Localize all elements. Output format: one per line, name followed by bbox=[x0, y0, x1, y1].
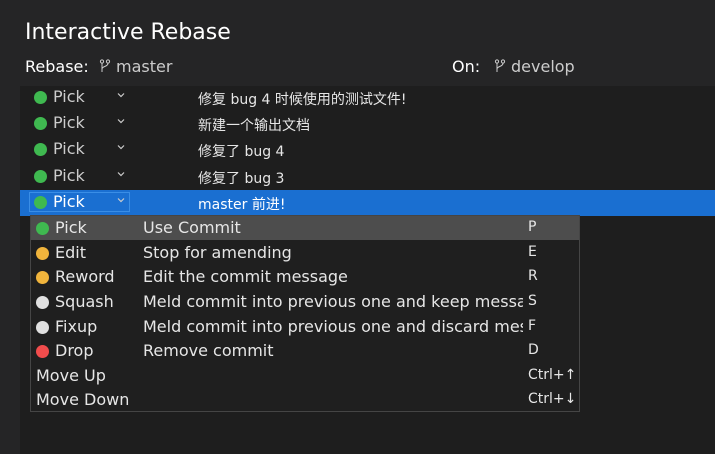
option-name: Move Up bbox=[36, 366, 106, 385]
commit-row[interactable]: Pick 修复了 bug 3 bbox=[20, 164, 715, 190]
git-branch-icon bbox=[99, 59, 111, 73]
dropdown-option-move-up[interactable]: Move Up Ctrl+↑ bbox=[31, 364, 579, 388]
action-dropdown-menu: Pick Use Commit P Edit Stop for amending E Rew… bbox=[30, 215, 580, 412]
option-description: Remove commit bbox=[143, 341, 274, 360]
option-shortcut: Ctrl+↑ bbox=[528, 367, 577, 383]
option-description: Use Commit bbox=[143, 218, 241, 237]
status-dot-icon bbox=[34, 196, 47, 209]
option-description: Edit the commit message bbox=[143, 267, 348, 286]
dropdown-option-move-down[interactable]: Move Down Ctrl+↓ bbox=[31, 388, 579, 412]
option-shortcut: Ctrl+↓ bbox=[528, 391, 577, 407]
commit-row[interactable]: Pick 新建一个输出文档 bbox=[20, 111, 715, 137]
rebase-label: Rebase: bbox=[25, 57, 89, 76]
option-name: Squash bbox=[55, 292, 114, 311]
commit-action-select[interactable]: Pick bbox=[53, 166, 85, 185]
status-dot-icon bbox=[34, 143, 47, 156]
option-shortcut: R bbox=[528, 268, 538, 284]
chevron-down-icon[interactable] bbox=[116, 115, 126, 129]
commit-message: 修复 bug 4 时候使用的测试文件! bbox=[198, 92, 407, 108]
option-shortcut: D bbox=[528, 342, 539, 358]
option-shortcut: S bbox=[528, 293, 537, 309]
dropdown-option-pick[interactable]: Pick Use Commit P bbox=[31, 216, 579, 240]
on-branch-name: develop bbox=[511, 57, 575, 76]
option-shortcut: P bbox=[528, 219, 537, 235]
chevron-down-icon[interactable] bbox=[116, 141, 126, 155]
dropdown-option-fixup[interactable]: Fixup Meld commit into previous one and d… bbox=[31, 315, 579, 339]
option-name: Fixup bbox=[55, 317, 98, 336]
status-dot-icon bbox=[36, 345, 49, 358]
option-name: Edit bbox=[55, 243, 86, 262]
status-dot-icon bbox=[34, 117, 47, 130]
dropdown-option-edit[interactable]: Edit Stop for amending E bbox=[31, 241, 579, 265]
git-branch-icon bbox=[494, 59, 506, 73]
commit-action-select[interactable]: Pick bbox=[53, 139, 85, 158]
on-label: On: bbox=[452, 57, 481, 76]
page-title: Interactive Rebase bbox=[25, 20, 231, 45]
option-name: Reword bbox=[55, 267, 115, 286]
option-description: Meld commit into previous one and discar… bbox=[143, 317, 523, 336]
status-dot-icon bbox=[36, 271, 49, 284]
status-dot-icon bbox=[36, 296, 49, 309]
chevron-down-icon[interactable] bbox=[116, 194, 126, 208]
commit-message: 新建一个输出文档 bbox=[198, 118, 310, 134]
option-shortcut: F bbox=[528, 318, 537, 334]
option-name: Move Down bbox=[36, 390, 130, 409]
on-branch: develop bbox=[494, 57, 575, 76]
rebase-branch-name: master bbox=[116, 57, 173, 76]
chevron-down-icon[interactable] bbox=[116, 168, 126, 182]
commit-action-select[interactable]: Pick bbox=[53, 113, 85, 132]
commit-row[interactable]: Pick 修复 bug 4 时候使用的测试文件! bbox=[20, 85, 715, 111]
status-dot-icon bbox=[36, 247, 49, 260]
commit-action-select[interactable]: Pick bbox=[53, 192, 85, 211]
commit-row[interactable]: Pick 修复了 bug 4 bbox=[20, 137, 715, 163]
rebase-branch: master bbox=[99, 57, 172, 76]
commit-message: master 前进! bbox=[198, 197, 286, 213]
option-description: Stop for amending bbox=[143, 243, 292, 262]
option-description: Meld commit into previous one and keep m… bbox=[143, 292, 523, 311]
status-dot-icon bbox=[34, 91, 47, 104]
dropdown-option-reword[interactable]: Reword Edit the commit message R bbox=[31, 265, 579, 289]
dropdown-option-drop[interactable]: Drop Remove commit D bbox=[31, 339, 579, 363]
status-dot-icon bbox=[36, 222, 49, 235]
status-dot-icon bbox=[34, 170, 47, 183]
commit-message: 修复了 bug 3 bbox=[198, 171, 285, 187]
dropdown-option-squash[interactable]: Squash Meld commit into previous one and … bbox=[31, 290, 579, 314]
commit-message: 修复了 bug 4 bbox=[198, 144, 285, 160]
chevron-down-icon[interactable] bbox=[116, 89, 126, 103]
commit-action-select[interactable]: Pick bbox=[53, 87, 85, 106]
option-name: Pick bbox=[55, 218, 87, 237]
commit-row[interactable]: Pick master 前进! bbox=[20, 190, 715, 216]
status-dot-icon bbox=[36, 321, 49, 334]
option-shortcut: E bbox=[528, 244, 537, 260]
option-name: Drop bbox=[55, 341, 94, 360]
